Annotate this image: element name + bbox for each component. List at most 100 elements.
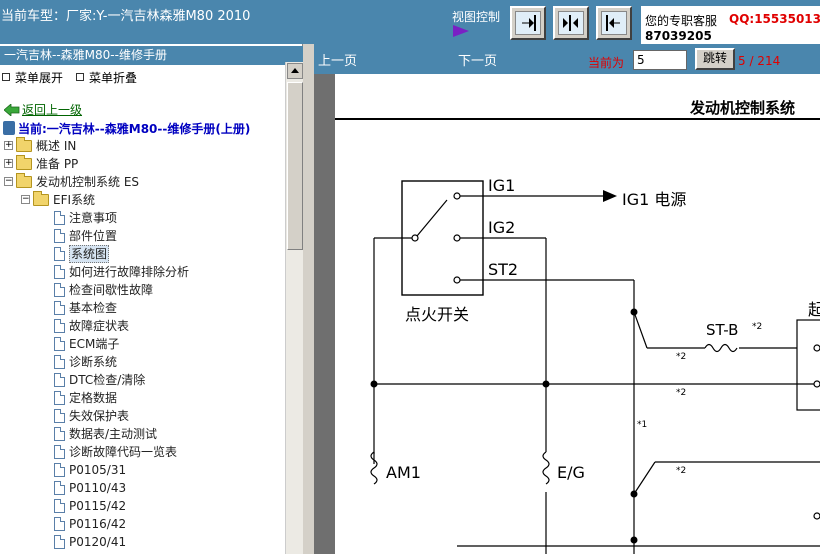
folder-icon bbox=[16, 155, 32, 170]
collapse-icon[interactable]: − bbox=[4, 177, 13, 186]
label-am1: AM1 bbox=[386, 463, 421, 482]
menu-collapse-button[interactable]: 菜单折叠 bbox=[76, 69, 137, 86]
label-ig2: IG2 bbox=[488, 218, 516, 237]
label-st-b-note: *2 bbox=[752, 322, 763, 332]
document-icon bbox=[54, 427, 65, 441]
double-page-view-button[interactable] bbox=[553, 6, 589, 40]
sidebar-scrollbar[interactable] bbox=[285, 62, 303, 554]
back-link[interactable]: 返回上一级 bbox=[4, 101, 82, 118]
tree-item-label: 系统图 bbox=[69, 245, 110, 263]
tree-item-label: 故障症状表 bbox=[69, 319, 130, 333]
document-icon bbox=[54, 355, 65, 369]
prev-page-link[interactable]: 上一页 bbox=[318, 50, 357, 69]
tree-item[interactable]: 注意事项 bbox=[0, 209, 284, 227]
tree-item-label: P0110/43 bbox=[69, 481, 127, 495]
tree-item-label: 数据表/主动测试 bbox=[69, 427, 158, 441]
service-qq[interactable]: QQ:1553501388 bbox=[729, 12, 820, 26]
tree-item[interactable]: DTC检查/清除 bbox=[0, 371, 284, 389]
label-note2c: *2 bbox=[676, 466, 687, 476]
tree-item-label: 诊断故障代码一览表 bbox=[69, 445, 178, 459]
tree-item[interactable]: − EFI系统 bbox=[0, 191, 284, 209]
tree-item[interactable]: − 发动机控制系统 ES bbox=[0, 173, 284, 191]
tree-item[interactable]: P0115/42 bbox=[0, 497, 284, 515]
expand-icon[interactable]: + bbox=[4, 141, 13, 150]
back-arrow-icon bbox=[4, 104, 20, 116]
square-icon bbox=[2, 72, 10, 81]
tree-item[interactable]: 如何进行故障排除分析 bbox=[0, 263, 284, 281]
customer-service-box: 您的专职客服 QQ:1553501388 87039205 bbox=[641, 6, 820, 44]
jump-button[interactable]: 跳转 bbox=[695, 48, 735, 70]
tree-item[interactable]: 诊断故障代码一览表 bbox=[0, 443, 284, 461]
tree-item-label: DTC检查/清除 bbox=[69, 373, 146, 387]
document-icon bbox=[54, 319, 65, 333]
tree-item[interactable]: P0120/41 bbox=[0, 533, 284, 551]
label-starter-partial: 起 bbox=[808, 300, 820, 319]
view-control-label: 视图控制 bbox=[452, 10, 501, 24]
tree-item-label: EFI系统 bbox=[53, 193, 96, 207]
current-page-label: 当前为 bbox=[588, 56, 625, 70]
document-icon bbox=[54, 265, 65, 279]
tree-item-label: 概述 IN bbox=[36, 139, 77, 153]
tree-item-label: 准备 PP bbox=[36, 157, 79, 171]
document-icon bbox=[54, 481, 65, 495]
expand-icon[interactable]: + bbox=[4, 159, 13, 168]
folder-icon bbox=[33, 191, 49, 206]
folder-icon bbox=[16, 137, 32, 152]
tree-item[interactable]: + 准备 PP bbox=[0, 155, 284, 173]
document-icon bbox=[54, 247, 65, 261]
manual-title: 一汽吉林--森雅M80--维修手册 bbox=[0, 46, 303, 65]
tree-item-label: 部件位置 bbox=[69, 229, 118, 243]
book-icon bbox=[3, 120, 15, 135]
label-eg: E/G bbox=[557, 463, 585, 482]
tree-item-label: 注意事项 bbox=[69, 211, 118, 225]
tree-item[interactable]: 定格数据 bbox=[0, 389, 284, 407]
document-icon bbox=[54, 517, 65, 531]
tree-item-label: ECM端子 bbox=[69, 337, 120, 351]
document-icon bbox=[54, 229, 65, 243]
document-page: 发动机控制系统 IG1 IG1 电源 IG2 ST2 点火开关 ST-B *2 … bbox=[335, 74, 820, 554]
tree-item-label: 诊断系统 bbox=[69, 355, 118, 369]
view-control-arrow-icon bbox=[453, 25, 469, 37]
tree-item-label: 失效保护表 bbox=[69, 409, 130, 423]
tree-item[interactable]: ECM端子 bbox=[0, 335, 284, 353]
document-icon bbox=[54, 409, 65, 423]
tree-item-label: 如何进行故障排除分析 bbox=[69, 265, 190, 279]
tree-item[interactable]: 失效保护表 bbox=[0, 407, 284, 425]
next-page-link[interactable]: 下一页 bbox=[458, 50, 497, 69]
service-label: 您的专职客服 bbox=[645, 14, 718, 28]
document-icon bbox=[54, 499, 65, 513]
folder-icon bbox=[16, 173, 32, 188]
tree-item[interactable]: 数据表/主动测试 bbox=[0, 425, 284, 443]
document-icon bbox=[54, 373, 65, 387]
page-number-input[interactable] bbox=[633, 50, 687, 70]
tree-item[interactable]: P0110/43 bbox=[0, 479, 284, 497]
document-icon bbox=[54, 283, 65, 297]
vehicle-label: 当前车型：厂家:Y-一汽吉林森雅M80 2010 bbox=[1, 9, 251, 24]
label-ig1: IG1 bbox=[488, 176, 516, 195]
left-panel-view-button[interactable] bbox=[596, 6, 632, 40]
tree-item-label: P0105/31 bbox=[69, 463, 127, 477]
scrollbar-thumb[interactable] bbox=[287, 82, 303, 250]
top-bar: 当前车型：厂家:Y-一汽吉林森雅M80 2010 视图控制 您的专职客服 QQ:… bbox=[0, 0, 820, 44]
scroll-up-arrow-icon[interactable] bbox=[287, 63, 303, 79]
menu-expand-button[interactable]: 菜单展开 bbox=[2, 69, 63, 86]
tree-item[interactable]: 部件位置 bbox=[0, 227, 284, 245]
single-page-view-button[interactable] bbox=[510, 6, 546, 40]
label-ignition-switch: 点火开关 bbox=[405, 305, 470, 324]
document-viewer: 发动机控制系统 IG1 IG1 电源 IG2 ST2 点火开关 ST-B *2 … bbox=[314, 74, 820, 554]
service-qq-continued: 87039205 bbox=[645, 29, 712, 43]
sidebar: 一汽吉林--森雅M80--维修手册 菜单展开 菜单折叠 返回上一级 当前:一汽吉… bbox=[0, 44, 303, 554]
label-st2: ST2 bbox=[488, 260, 519, 279]
collapse-icon[interactable]: − bbox=[21, 195, 30, 204]
tree-item[interactable]: 检查间歇性故障 bbox=[0, 281, 284, 299]
tree-item[interactable]: + 概述 IN bbox=[0, 137, 284, 155]
tree-item[interactable]: 系统图 bbox=[0, 245, 284, 263]
tree-item[interactable]: 故障症状表 bbox=[0, 317, 284, 335]
left-panel-icon bbox=[606, 15, 620, 31]
tree-item-label: 发动机控制系统 ES bbox=[36, 175, 140, 189]
tree-item[interactable]: P0105/31 bbox=[0, 461, 284, 479]
square-icon bbox=[76, 72, 84, 81]
tree-item[interactable]: P0116/42 bbox=[0, 515, 284, 533]
tree-item[interactable]: 诊断系统 bbox=[0, 353, 284, 371]
tree-item[interactable]: 基本检查 bbox=[0, 299, 284, 317]
